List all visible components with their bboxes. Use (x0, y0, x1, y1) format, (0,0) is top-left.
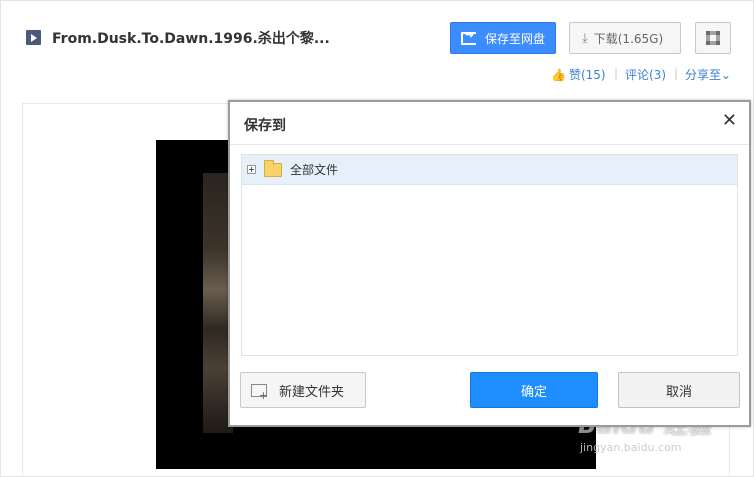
close-icon[interactable]: ✕ (722, 112, 737, 130)
new-folder-icon (251, 383, 268, 402)
divider: | (674, 66, 679, 80)
tree-item-all-files[interactable]: 全部文件 (242, 155, 737, 185)
confirm-button[interactable]: 确定 (470, 372, 598, 408)
divider: | (614, 66, 619, 80)
download-icon: ⤓ (582, 30, 588, 46)
download-label: 下载(1.65G) (593, 31, 664, 46)
share-label: 分享至 (685, 68, 722, 82)
thumbs-up-icon: 👍 (551, 68, 566, 82)
cancel-button[interactable]: 取消 (618, 372, 740, 408)
qr-code-icon (706, 31, 720, 45)
dialog-header: 保存到 ✕ (230, 102, 749, 145)
comment-link[interactable]: 评论(3) (625, 66, 666, 83)
save-to-dialog: 保存到 ✕ 全部文件 新建文件夹 确定 取消 (228, 100, 751, 427)
new-folder-button[interactable]: 新建文件夹 (240, 372, 366, 408)
file-title: From.Dusk.To.Dawn.1996.杀出个黎... (52, 31, 330, 47)
tree-item-label: 全部文件 (290, 163, 339, 177)
dialog-title: 保存到 (244, 118, 286, 134)
watermark-url: jingyan.baidu.com (580, 441, 682, 454)
folder-tree: 全部文件 (241, 154, 738, 356)
save-to-cloud-label: 保存至网盘 (485, 31, 546, 46)
qr-code-button[interactable] (695, 22, 731, 54)
video-file-icon (26, 30, 41, 45)
like-link[interactable]: 👍 赞(15) (551, 66, 606, 83)
download-button[interactable]: ⤓ 下载(1.65G) (569, 22, 681, 54)
like-label: 赞(15) (568, 68, 606, 82)
new-folder-label: 新建文件夹 (279, 384, 345, 400)
expand-plus-icon[interactable] (247, 165, 256, 174)
chevron-down-icon: ⌄ (721, 68, 732, 82)
share-link[interactable]: 分享至⌄ (685, 66, 731, 83)
save-to-cloud-button[interactable]: 保存至网盘 (450, 22, 556, 54)
save-arrow-icon (461, 28, 476, 45)
folder-icon (264, 159, 282, 177)
